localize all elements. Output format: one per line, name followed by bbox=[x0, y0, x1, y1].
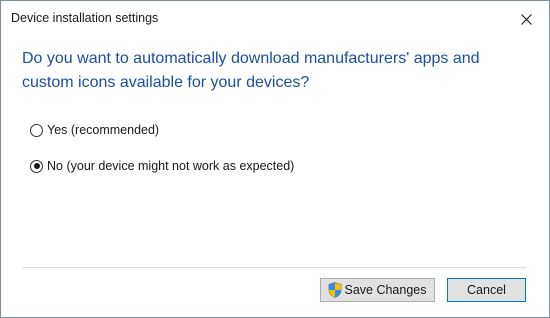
close-button[interactable] bbox=[503, 1, 549, 37]
save-changes-label: Save Changes bbox=[344, 283, 427, 297]
option-no-label: No (your device might not work as expect… bbox=[47, 159, 295, 173]
option-no[interactable]: No (your device might not work as expect… bbox=[30, 159, 294, 173]
window-title: Device installation settings bbox=[11, 11, 159, 25]
cancel-label: Cancel bbox=[467, 283, 506, 297]
option-yes-recommended[interactable]: Yes (recommended) bbox=[30, 123, 159, 137]
option-yes-label: Yes (recommended) bbox=[47, 123, 160, 137]
save-changes-button[interactable]: Save Changes bbox=[320, 278, 435, 302]
device-installation-settings-dialog: Device installation settings Do you want… bbox=[0, 0, 550, 318]
close-icon bbox=[520, 13, 532, 25]
title-bar: Device installation settings bbox=[1, 1, 549, 37]
footer-separator bbox=[22, 267, 526, 268]
question-text: Do you want to automatically download ma… bbox=[22, 50, 480, 91]
cancel-button[interactable]: Cancel bbox=[447, 278, 526, 302]
radio-no[interactable] bbox=[30, 159, 43, 173]
radio-yes[interactable] bbox=[30, 123, 43, 137]
uac-shield-icon bbox=[329, 282, 342, 298]
